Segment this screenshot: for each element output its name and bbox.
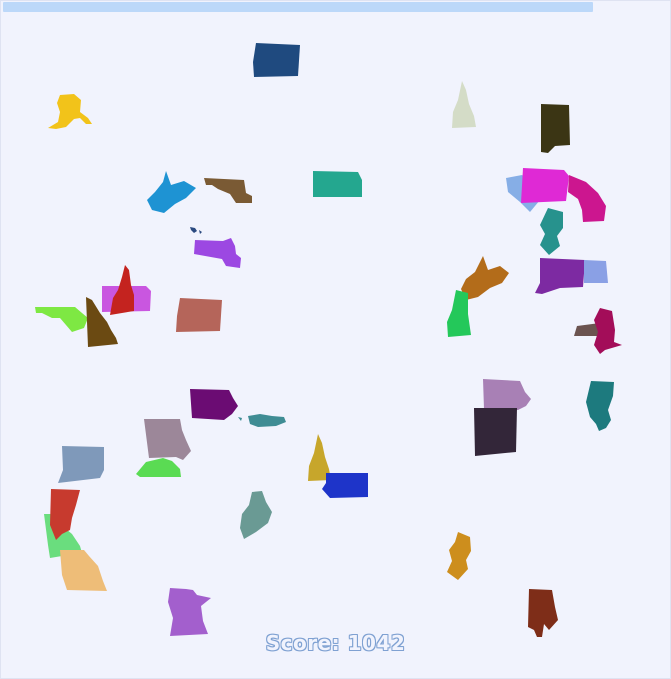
hawaii-piece-2[interactable] [238,414,286,427]
rhode-island-piece[interactable] [584,260,608,283]
new-jersey-piece[interactable] [540,208,563,255]
maine-piece[interactable] [240,491,272,539]
vermont-piece[interactable] [447,290,471,337]
missouri-piece-2[interactable] [60,550,107,591]
connecticut-piece[interactable] [535,258,585,294]
game-board[interactable] [0,0,671,679]
north-carolina-piece[interactable] [568,175,606,222]
virginia-piece-2[interactable] [136,458,181,477]
colorado-piece[interactable] [474,408,517,456]
iowa-piece-2[interactable] [483,379,531,410]
illinois-piece[interactable] [586,381,614,431]
hawaii-piece[interactable] [190,227,202,234]
alaska-piece[interactable] [48,94,92,129]
west-virginia-piece-2[interactable] [461,256,509,300]
score-label: Score: 1042 [265,631,406,655]
minnesota-piece[interactable] [168,588,211,636]
colorado-piece-3[interactable] [322,473,368,498]
new-jersey-piece-2[interactable] [447,532,471,580]
idaho-piece-2[interactable] [50,489,80,540]
virginia-piece[interactable] [594,308,622,354]
oregon-piece[interactable] [253,43,300,77]
new-hampshire-piece[interactable] [452,81,476,128]
alabama-piece-2[interactable] [528,589,558,637]
massachusetts-piece[interactable] [194,238,241,268]
oregon-piece-2[interactable] [176,298,222,332]
alabama-piece[interactable] [541,104,570,153]
maryland-piece[interactable] [35,307,88,332]
iowa-piece[interactable] [190,389,238,420]
nebraska-piece[interactable] [204,178,252,203]
kansas-piece[interactable] [313,171,362,197]
pennsylvania-piece[interactable] [521,168,569,203]
colorado-piece-2[interactable] [58,446,104,483]
missouri-piece[interactable] [144,419,191,460]
west-virginia-piece[interactable] [147,171,196,213]
